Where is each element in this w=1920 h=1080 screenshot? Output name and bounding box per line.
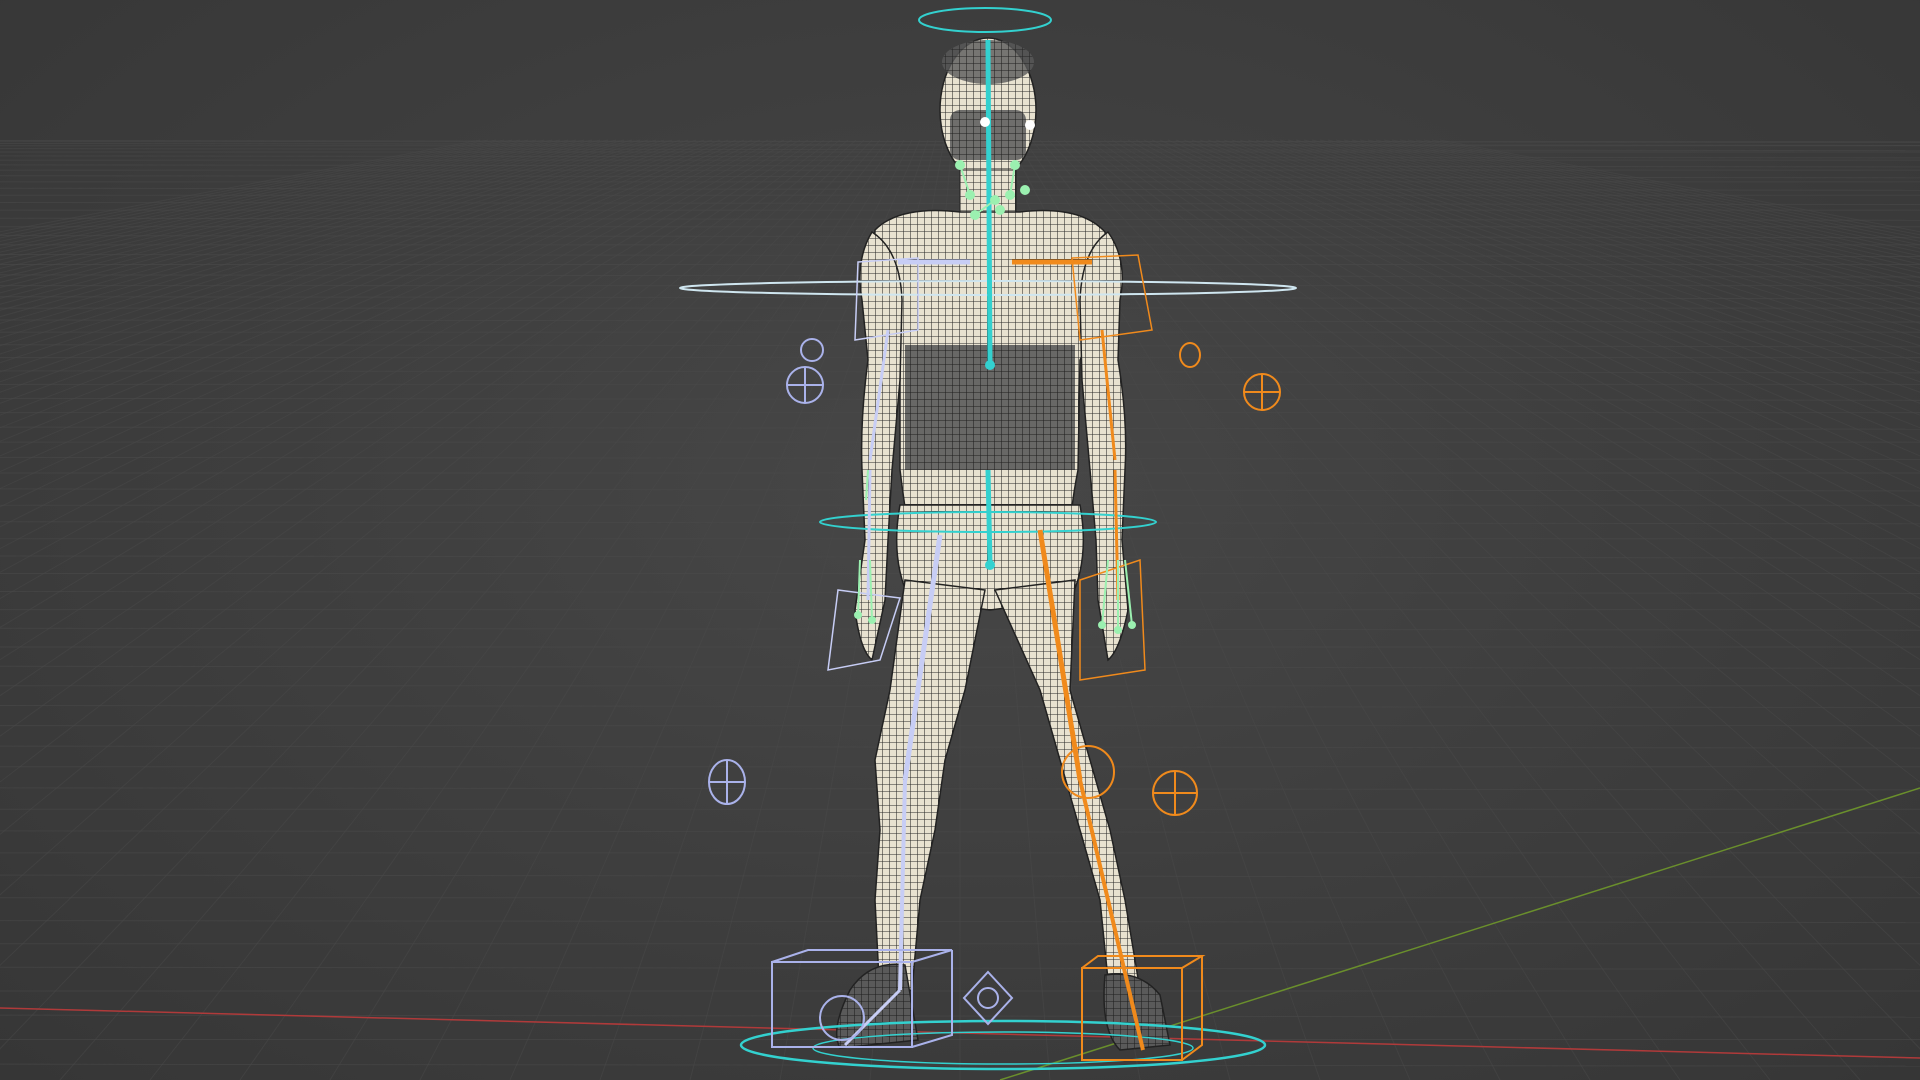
spine-bone[interactable]: [985, 39, 993, 366]
pole-target-icon[interactable]: [708, 759, 746, 805]
head-ring-icon[interactable]: [918, 7, 1052, 33]
pole-target-icon[interactable]: [786, 338, 824, 404]
left-leg-mesh: [874, 579, 986, 1002]
pole-target-icon[interactable]: [1152, 770, 1198, 816]
3d-viewport[interactable]: [0, 0, 1920, 1080]
root-ring-icon[interactable]: [739, 1019, 1267, 1071]
viewport-canvas[interactable]: [0, 0, 1920, 1080]
